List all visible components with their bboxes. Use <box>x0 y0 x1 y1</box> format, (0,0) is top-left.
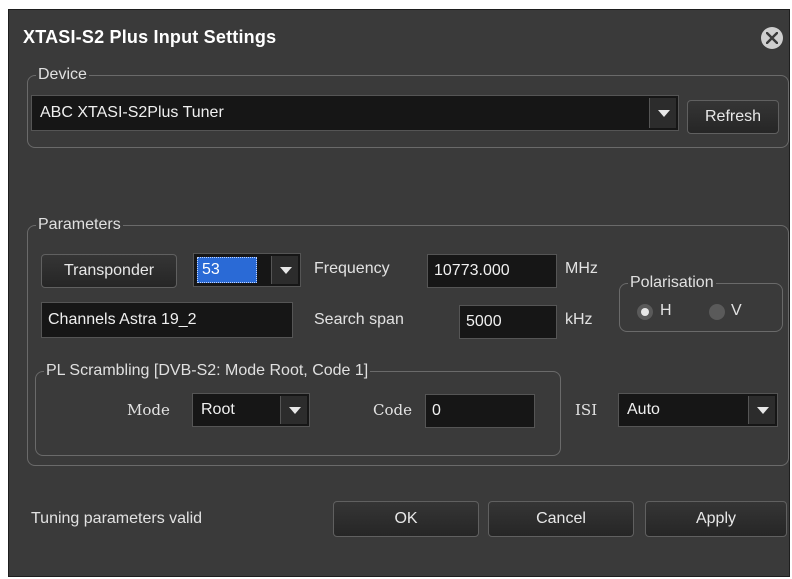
transponder-number-select[interactable]: 53 <box>193 253 301 287</box>
title-bar[interactable]: XTASI-S2 Plus Input Settings <box>9 10 789 62</box>
polarisation-h-label: H <box>660 302 672 319</box>
pl-code-label: Code <box>373 401 412 419</box>
frequency-input[interactable] <box>427 254 557 288</box>
transponder-number-value-box: 53 <box>197 257 257 283</box>
dialog-window: XTASI-S2 Plus Input Settings Device ABC … <box>8 9 790 577</box>
transponder-name-input[interactable] <box>41 302 293 338</box>
pl-mode-select[interactable]: Root <box>192 393 310 427</box>
polarisation-legend: Polarisation <box>630 274 714 291</box>
ok-button[interactable]: OK <box>333 501 479 537</box>
transponder-button[interactable]: Transponder <box>41 254 177 288</box>
refresh-button[interactable]: Refresh <box>687 100 779 134</box>
pl-mode-value: Root <box>201 401 235 418</box>
pl-code-input[interactable] <box>425 394 535 428</box>
cancel-button[interactable]: Cancel <box>488 501 634 537</box>
chevron-down-icon[interactable] <box>271 256 298 284</box>
transponder-number-value: 53 <box>202 261 220 278</box>
chevron-down-icon[interactable] <box>280 396 307 424</box>
apply-button[interactable]: Apply <box>645 501 787 537</box>
refresh-button-label: Refresh <box>704 108 762 125</box>
polarisation-h-radio[interactable] <box>637 304 653 320</box>
isi-label: ISI <box>575 401 598 419</box>
search-span-unit: kHz <box>565 311 593 328</box>
close-button[interactable] <box>761 27 783 49</box>
pl-scrambling-legend: PL Scrambling [DVB-S2: Mode Root, Code 1… <box>46 362 369 379</box>
pl-mode-label: Mode <box>127 401 170 419</box>
ok-button-label: OK <box>394 510 418 527</box>
close-icon <box>766 32 778 44</box>
device-select-value: ABC XTASI-S2Plus Tuner <box>40 104 224 121</box>
polarisation-group: Polarisation <box>619 274 783 332</box>
cancel-button-label: Cancel <box>536 510 586 527</box>
chevron-down-icon[interactable] <box>649 98 676 128</box>
dialog-title: XTASI-S2 Plus Input Settings <box>23 27 277 47</box>
status-text: Tuning parameters valid <box>31 510 203 527</box>
polarisation-v-radio[interactable] <box>709 304 725 320</box>
polarisation-v-label: V <box>731 302 742 319</box>
device-select[interactable]: ABC XTASI-S2Plus Tuner <box>31 95 679 131</box>
transponder-button-label: Transponder <box>63 262 155 279</box>
search-span-label: Search span <box>314 311 404 328</box>
isi-select[interactable]: Auto <box>618 393 778 427</box>
parameters-legend: Parameters <box>38 216 121 233</box>
frequency-unit: MHz <box>565 260 598 277</box>
apply-button-label: Apply <box>695 510 737 527</box>
chevron-down-icon[interactable] <box>748 396 775 424</box>
frequency-label: Frequency <box>314 260 390 277</box>
isi-value: Auto <box>627 401 660 418</box>
search-span-input[interactable] <box>459 305 557 339</box>
device-legend: Device <box>38 66 87 83</box>
